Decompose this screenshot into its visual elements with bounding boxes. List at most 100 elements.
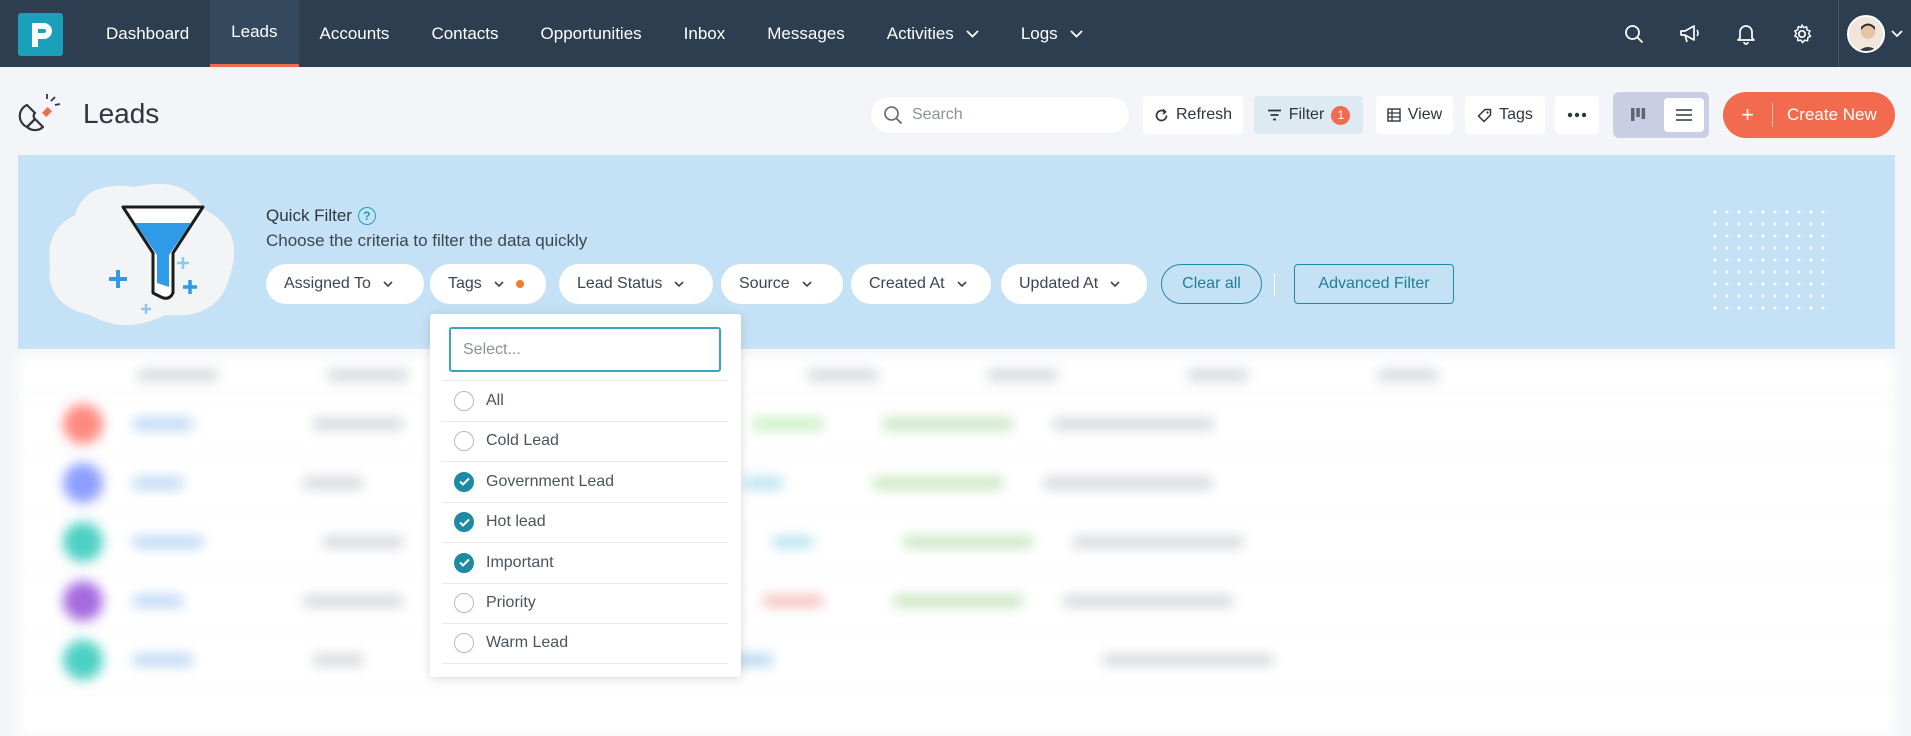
tags-options-list: All Cold Lead Government Lead Hot lead Impor… xyxy=(442,380,728,664)
chevron-down-icon xyxy=(494,280,504,287)
view-icon xyxy=(1387,108,1401,122)
filter-pill-source[interactable]: Source xyxy=(721,264,843,304)
nav-item-leads[interactable]: Leads xyxy=(210,0,299,67)
search-box[interactable] xyxy=(870,96,1130,134)
pill-label: Updated At xyxy=(1019,275,1099,292)
tag-option-warm-lead[interactable]: Warm Lead xyxy=(442,623,728,664)
tags-select-input[interactable] xyxy=(449,327,721,372)
nav-item-label: Dashboard xyxy=(106,23,190,43)
clear-all-button[interactable]: Clear all xyxy=(1161,264,1262,304)
list-view-button[interactable] xyxy=(1664,98,1704,132)
empty-circle-icon[interactable] xyxy=(454,593,474,614)
filter-pill-lead-status[interactable]: Lead Status xyxy=(559,264,713,304)
search-input[interactable] xyxy=(912,106,1112,124)
logo-icon xyxy=(31,22,52,47)
megaphone-icon[interactable] xyxy=(1662,0,1718,67)
active-filter-dot xyxy=(515,280,524,288)
top-navbar: Dashboard Leads Accounts Contacts Opportunit… xyxy=(0,0,1911,67)
nav-item-logs[interactable]: Logs xyxy=(1000,0,1104,67)
tag-option-hot-lead[interactable]: Hot lead xyxy=(442,501,728,543)
view-toggle xyxy=(1613,92,1709,138)
magnet-icon xyxy=(17,91,65,139)
table-row xyxy=(18,454,1895,513)
filter-button[interactable]: Filter 1 xyxy=(1254,96,1363,134)
help-icon[interactable]: ? xyxy=(357,207,376,225)
advanced-filter-button[interactable]: Advanced Filter xyxy=(1294,264,1454,304)
plus-icon: + xyxy=(1723,102,1773,127)
refresh-button[interactable]: Refresh xyxy=(1143,96,1243,134)
user-menu[interactable] xyxy=(1839,0,1911,67)
checked-circle-icon[interactable] xyxy=(454,552,474,573)
gear-icon[interactable] xyxy=(1774,0,1830,67)
tag-option-label: All xyxy=(486,391,504,409)
more-options-button[interactable] xyxy=(1555,96,1599,134)
pill-label: Source xyxy=(739,275,790,292)
tag-option-all[interactable]: All xyxy=(442,380,728,421)
nav-item-inbox[interactable]: Inbox xyxy=(663,0,747,67)
quick-filter-title-text: Quick Filter xyxy=(266,206,352,225)
filter-label: Filter xyxy=(1288,106,1325,123)
app-logo[interactable] xyxy=(18,13,63,56)
search-icon xyxy=(884,106,903,125)
tag-icon xyxy=(1477,108,1492,122)
page-title: Leads xyxy=(83,98,160,129)
filter-pill-tags[interactable]: Tags xyxy=(430,264,546,304)
divider xyxy=(1274,274,1275,296)
tag-option-priority[interactable]: Priority xyxy=(442,582,728,624)
bell-icon[interactable] xyxy=(1718,0,1774,67)
checked-circle-icon[interactable] xyxy=(454,471,474,492)
create-new-button[interactable]: + Create New xyxy=(1723,92,1895,138)
table-row xyxy=(18,631,1895,690)
kanban-icon xyxy=(1631,108,1646,121)
nav-item-label: Logs xyxy=(1020,23,1058,43)
filter-count-badge: 1 xyxy=(1331,105,1351,125)
nav-item-activities[interactable]: Activities xyxy=(866,0,1000,67)
nav-item-contacts[interactable]: Contacts xyxy=(410,0,519,67)
tag-option-government-lead[interactable]: Government Lead xyxy=(442,461,728,502)
page-header: Leads Refresh Filter 1 View Tags + Creat… xyxy=(0,67,1911,155)
table-row xyxy=(18,572,1895,631)
view-button[interactable]: View xyxy=(1376,96,1453,134)
nav-item-label: Accounts xyxy=(319,23,390,43)
tags-label: Tags xyxy=(1499,106,1533,123)
chevron-down-icon xyxy=(674,280,684,287)
nav-item-label: Activities xyxy=(886,23,954,43)
tag-option-cold-lead[interactable]: Cold Lead xyxy=(442,420,728,462)
chevron-down-icon xyxy=(383,280,393,287)
avatar xyxy=(1847,14,1885,53)
filter-pill-assigned-to[interactable]: Assigned To xyxy=(266,264,424,304)
list-icon xyxy=(1676,109,1692,121)
tag-option-label: Priority xyxy=(486,594,536,612)
table-header xyxy=(18,355,1895,395)
nav-item-label: Leads xyxy=(231,22,278,41)
main-nav: Dashboard Leads Accounts Contacts Opportunit… xyxy=(85,0,1104,67)
chevron-down-icon xyxy=(802,280,812,287)
tag-option-label: Cold Lead xyxy=(486,432,559,450)
leads-table-blurred xyxy=(18,355,1895,736)
empty-circle-icon[interactable] xyxy=(454,431,474,452)
filter-pill-created-at[interactable]: Created At xyxy=(851,264,991,304)
quick-filter-title: Quick Filter ? xyxy=(266,206,376,226)
nav-item-dashboard[interactable]: Dashboard xyxy=(85,0,210,67)
chevron-down-icon xyxy=(1110,280,1120,287)
tag-option-important[interactable]: Important xyxy=(442,542,728,583)
kanban-view-button[interactable] xyxy=(1618,98,1658,132)
empty-circle-icon[interactable] xyxy=(454,390,474,411)
checked-circle-icon[interactable] xyxy=(454,512,474,533)
nav-item-accounts[interactable]: Accounts xyxy=(299,0,411,67)
funnel-illustration xyxy=(45,175,245,330)
filter-pill-updated-at[interactable]: Updated At xyxy=(1001,264,1147,304)
nav-icons xyxy=(1606,0,1911,67)
nav-item-opportunities[interactable]: Opportunities xyxy=(520,0,663,67)
more-dots-icon xyxy=(1567,112,1587,118)
empty-circle-icon[interactable] xyxy=(454,633,474,654)
quick-filter-panel: Quick Filter ? Choose the criteria to fi… xyxy=(18,155,1895,349)
create-new-label: Create New xyxy=(1787,105,1877,124)
nav-item-messages[interactable]: Messages xyxy=(746,0,865,67)
pill-label: Assigned To xyxy=(284,275,371,292)
pill-label: Lead Status xyxy=(577,275,663,292)
search-icon[interactable] xyxy=(1606,0,1662,67)
tags-button[interactable]: Tags xyxy=(1465,96,1545,134)
nav-item-label: Opportunities xyxy=(540,23,642,43)
table-row xyxy=(18,395,1895,454)
